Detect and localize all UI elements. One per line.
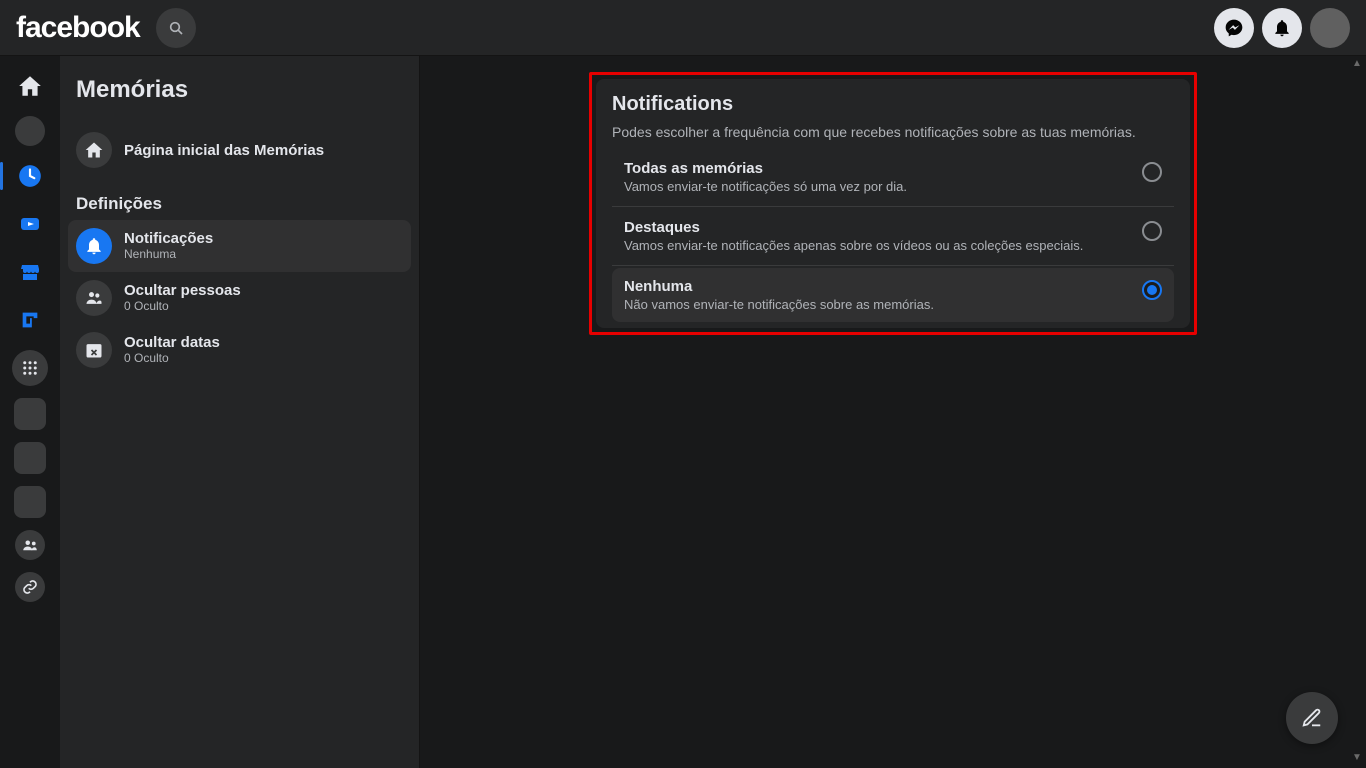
rail-shortcut-4[interactable] [14, 486, 46, 518]
compose-button[interactable] [1286, 692, 1338, 744]
messenger-icon [1224, 18, 1244, 38]
option-title: Todas as memórias [624, 160, 1130, 177]
sidebar-item-notifications[interactable]: Notificações Nenhuma [68, 220, 411, 272]
rail-links[interactable] [15, 572, 45, 602]
calendar-x-icon [84, 340, 104, 360]
rail-watch[interactable] [12, 206, 48, 242]
home-icon [17, 73, 43, 99]
option-description: Não vamos enviar-te notificações sobre a… [624, 297, 1130, 312]
bell-icon [84, 236, 104, 256]
sidebar-section-title: Definições [68, 176, 411, 220]
groups-icon [21, 536, 39, 554]
option-none[interactable]: Nenhuma Não vamos enviar-te notificações… [612, 268, 1174, 322]
link-icon [22, 579, 38, 595]
card-description: Podes escolher a frequência com que rece… [612, 124, 1174, 140]
search-button[interactable] [156, 8, 196, 48]
home-icon-circle [76, 132, 112, 168]
messenger-button[interactable] [1214, 8, 1254, 48]
annotation-highlight: Notifications Podes escolher a frequênci… [589, 72, 1197, 335]
option-all-memories[interactable]: Todas as memórias Vamos enviar-te notifi… [612, 150, 1174, 204]
sidebar-title: Memórias [68, 72, 411, 124]
sidebar-item-sub: Nenhuma [124, 247, 213, 261]
rail-marketplace[interactable] [12, 254, 48, 290]
clock-icon [17, 163, 43, 189]
rail-groups[interactable] [15, 530, 45, 560]
sidebar-item-label: Página inicial das Memórias [124, 142, 324, 159]
sidebar-item-hide-people[interactable]: Ocultar pessoas 0 Oculto [68, 272, 411, 324]
main-content: Notifications Podes escolher a frequênci… [420, 56, 1366, 768]
sidebar-memories-home[interactable]: Página inicial das Memórias [68, 124, 411, 176]
top-header: facebook [0, 0, 1366, 56]
card-title: Notifications [612, 93, 1174, 116]
calendar-x-icon-circle [76, 332, 112, 368]
sidebar-item-sub: 0 Oculto [124, 299, 241, 313]
option-title: Nenhuma [624, 278, 1130, 295]
divider [612, 265, 1174, 266]
rail-shortcut-2[interactable] [14, 398, 46, 430]
rail-more[interactable] [12, 350, 48, 386]
facebook-logo[interactable]: facebook [16, 11, 140, 45]
bell-icon-circle [76, 228, 112, 264]
sidebar-item-hide-dates[interactable]: Ocultar datas 0 Oculto [68, 324, 411, 376]
option-highlights[interactable]: Destaques Vamos enviar-te notificações a… [612, 209, 1174, 263]
option-description: Vamos enviar-te notificações só uma vez … [624, 179, 1130, 194]
notifications-button[interactable] [1262, 8, 1302, 48]
rail-memories[interactable] [12, 158, 48, 194]
rail-gaming[interactable] [12, 302, 48, 338]
bell-icon [1272, 18, 1292, 38]
search-icon [168, 20, 184, 36]
compose-icon [1301, 707, 1323, 729]
radio-unchecked[interactable] [1142, 221, 1162, 241]
scroll-down-arrow[interactable]: ▼ [1352, 752, 1364, 764]
sidebar-item-label: Notificações [124, 230, 213, 247]
radio-checked[interactable] [1142, 280, 1162, 300]
rail-shortcut-1[interactable] [15, 116, 45, 146]
scroll-up-arrow[interactable]: ▲ [1352, 58, 1364, 70]
radio-unchecked[interactable] [1142, 162, 1162, 182]
divider [612, 206, 1174, 207]
people-icon-circle [76, 280, 112, 316]
option-description: Vamos enviar-te notificações apenas sobr… [624, 238, 1130, 253]
sidebar-item-label: Ocultar datas [124, 334, 220, 351]
watch-icon [18, 212, 42, 236]
settings-sidebar: Memórias Página inicial das Memórias Def… [60, 56, 420, 768]
rail-home[interactable] [12, 68, 48, 104]
people-icon [84, 288, 104, 308]
sidebar-item-sub: 0 Oculto [124, 351, 220, 365]
gaming-icon [19, 309, 41, 331]
grid-icon [21, 359, 39, 377]
notifications-card: Notifications Podes escolher a frequênci… [596, 79, 1190, 328]
home-icon [84, 140, 104, 160]
account-avatar[interactable] [1310, 8, 1350, 48]
left-rail [0, 56, 60, 768]
sidebar-item-label: Ocultar pessoas [124, 282, 241, 299]
option-title: Destaques [624, 219, 1130, 236]
marketplace-icon [18, 260, 42, 284]
rail-shortcut-3[interactable] [14, 442, 46, 474]
